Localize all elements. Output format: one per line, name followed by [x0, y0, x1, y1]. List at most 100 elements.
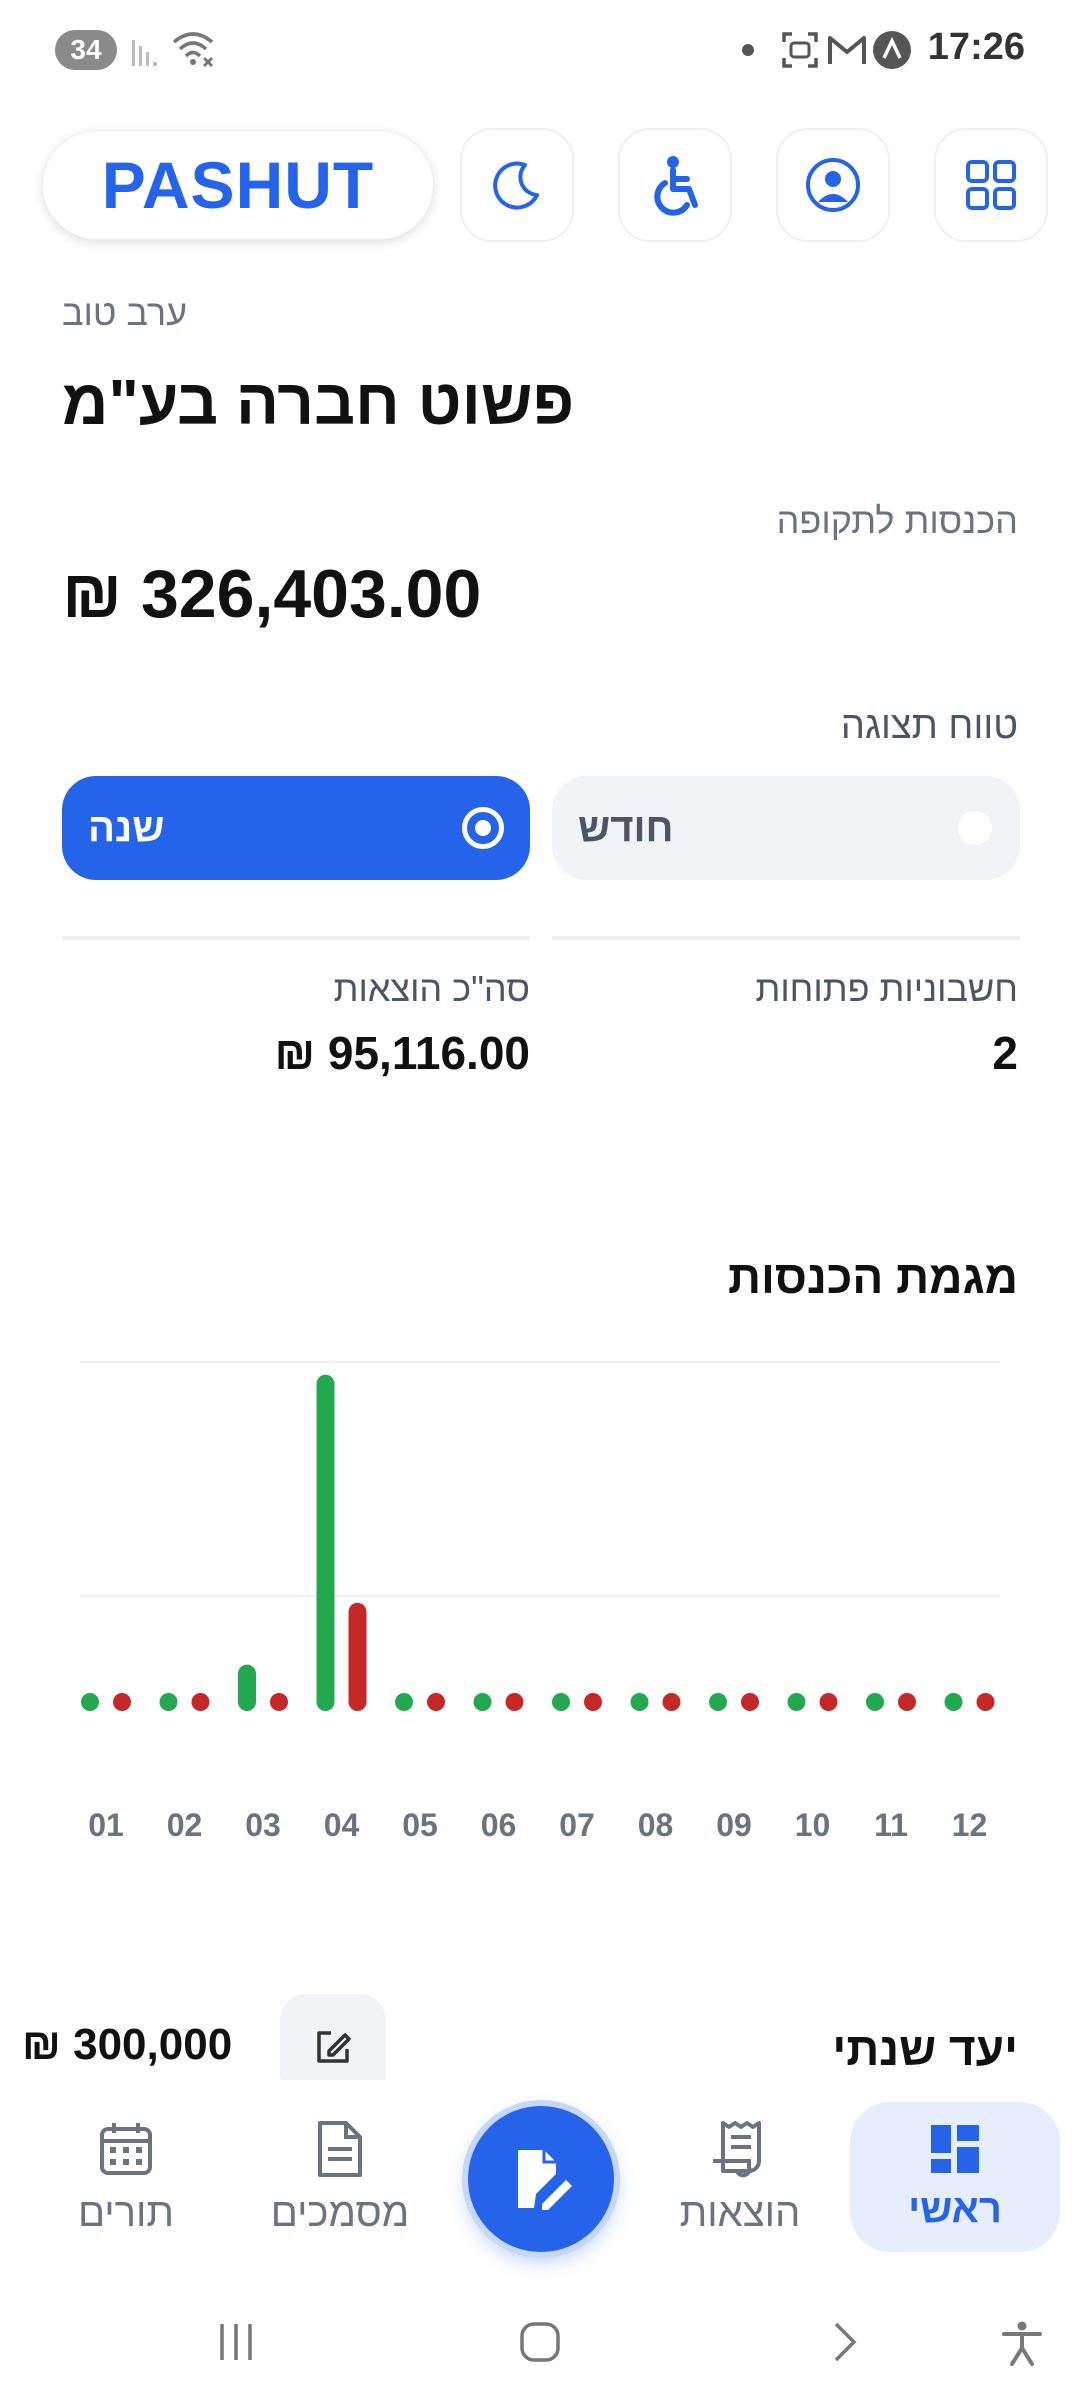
logo-button[interactable]: PASHUT	[42, 130, 434, 240]
company-name: פשוט חברה בע"מ	[62, 366, 575, 438]
x-tick-label: 09	[716, 1807, 752, 1843]
clock: 17:26	[927, 26, 1025, 68]
accessibility-shortcut-button[interactable]	[998, 2320, 1046, 2373]
profile-button[interactable]	[776, 128, 890, 242]
expense-bar-04	[348, 1602, 367, 1711]
moon-icon	[493, 161, 539, 210]
x-tick-label: 12	[952, 1807, 988, 1843]
expense-bar-05	[427, 1693, 445, 1711]
x-tick-label: 03	[245, 1807, 281, 1843]
range-option-month[interactable]: חודש	[552, 776, 1020, 880]
income-bar-08	[630, 1693, 649, 1711]
income-bar-02	[159, 1693, 178, 1711]
nav-expenses[interactable]: הוצאות	[660, 2102, 820, 2252]
expense-bar-02	[191, 1693, 210, 1711]
expense-bar-11	[898, 1693, 916, 1711]
system-navigation-bar	[0, 2280, 1080, 2400]
open-invoices-value: 2	[992, 1027, 1018, 1079]
edit-icon	[317, 2031, 351, 2063]
back-button[interactable]	[822, 2320, 866, 2369]
annual-goal-value: ₪ 300,000	[22, 2020, 233, 2069]
dark-mode-button[interactable]	[460, 128, 574, 242]
annual-goal-label: יעד שנתי	[832, 2023, 1018, 2075]
signal-icon	[132, 40, 157, 66]
nav-home[interactable]: ראשי	[850, 2102, 1060, 2252]
chevron-right-icon	[834, 2322, 857, 2362]
x-tick-label: 01	[88, 1807, 124, 1843]
logo-text: PASHUT	[101, 148, 375, 222]
nav-documents[interactable]: מסמכים	[250, 2102, 430, 2252]
receipt-icon	[713, 2120, 761, 2177]
x-tick-label: 05	[402, 1807, 438, 1843]
income-bar-03	[238, 1664, 256, 1711]
x-tick-label: 06	[481, 1807, 517, 1843]
grid-icon	[966, 160, 1016, 210]
document-icon	[318, 2120, 362, 2177]
x-tick-label: 07	[559, 1807, 595, 1843]
income-bar-12	[944, 1693, 963, 1711]
expense-bar-10	[819, 1693, 838, 1711]
app-icon	[873, 31, 911, 69]
expense-bar-07	[584, 1693, 602, 1711]
edit-document-icon	[518, 2150, 572, 2210]
home-button[interactable]	[518, 2320, 562, 2369]
screenshot-icon	[782, 32, 818, 68]
range-option-year-label: שנה	[88, 805, 165, 850]
recent-apps-button[interactable]	[214, 2320, 258, 2369]
income-trend-chart: 01 02 03 04 05 06 07 08 09 10 11 12	[80, 1361, 1000, 1843]
x-tick-label: 08	[638, 1807, 674, 1843]
radio-unselected-icon	[958, 811, 992, 845]
radio-selected-icon	[462, 807, 504, 849]
status-bar: 34 17:26	[0, 0, 1080, 100]
wheelchair-icon	[654, 156, 698, 216]
x-tick-label: 11	[874, 1807, 908, 1843]
dashboard-icon	[931, 2124, 979, 2173]
nav-expenses-label: הוצאות	[679, 2190, 801, 2235]
income-bar-11	[866, 1693, 884, 1711]
open-invoices-label: חשבוניות פתוחות	[755, 968, 1018, 1009]
income-bar-06	[473, 1693, 492, 1711]
total-expenses-label: סה"כ הוצאות	[333, 968, 530, 1009]
nav-home-label: ראשי	[908, 2186, 1002, 2231]
x-tick-label: 02	[167, 1807, 203, 1843]
range-option-month-label: חודש	[578, 805, 674, 850]
range-option-year[interactable]: שנה	[62, 776, 530, 880]
expense-bar-03	[270, 1693, 288, 1711]
home-icon	[520, 2322, 560, 2362]
income-label: הכנסות לתקופה	[776, 500, 1018, 541]
expense-bar-08	[662, 1693, 681, 1711]
divider	[552, 936, 1020, 940]
new-document-fab[interactable]	[468, 2106, 614, 2252]
x-tick-label: 10	[795, 1807, 831, 1843]
dot-icon	[742, 44, 754, 56]
expense-bar-12	[976, 1693, 995, 1711]
expense-bar-01	[113, 1693, 131, 1711]
income-amount: ₪ 326,403.00	[62, 556, 482, 632]
profile-icon	[806, 158, 860, 212]
income-bar-01	[81, 1693, 99, 1711]
notification-count-badge: 34	[55, 30, 117, 70]
income-bar-07	[552, 1693, 570, 1711]
nav-appointments-label: תורים	[77, 2190, 175, 2235]
wifi-icon	[172, 32, 214, 68]
chart-title: מגמת הכנסות	[727, 1251, 1018, 1303]
divider	[62, 936, 530, 940]
nav-appointments[interactable]: תורים	[46, 2102, 206, 2252]
accessibility-button[interactable]	[618, 128, 732, 242]
expense-bar-09	[741, 1693, 759, 1711]
income-bar-04	[316, 1374, 335, 1711]
x-tick-label: 04	[324, 1807, 360, 1843]
apps-grid-button[interactable]	[934, 128, 1048, 242]
total-expenses-value: ₪ 95,116.00	[274, 1027, 530, 1079]
calendar-icon	[100, 2122, 152, 2175]
expense-bar-06	[505, 1693, 524, 1711]
nav-documents-label: מסמכים	[270, 2190, 410, 2235]
income-bar-09	[709, 1693, 727, 1711]
range-label: טווח תצוגה	[840, 705, 1018, 747]
recent-apps-icon	[220, 2324, 252, 2360]
greeting-text: ערב טוב	[62, 292, 188, 333]
income-bar-05	[395, 1693, 413, 1711]
gmail-icon	[828, 36, 866, 64]
accessibility-person-icon	[1002, 2321, 1042, 2366]
income-bar-10	[787, 1693, 806, 1711]
